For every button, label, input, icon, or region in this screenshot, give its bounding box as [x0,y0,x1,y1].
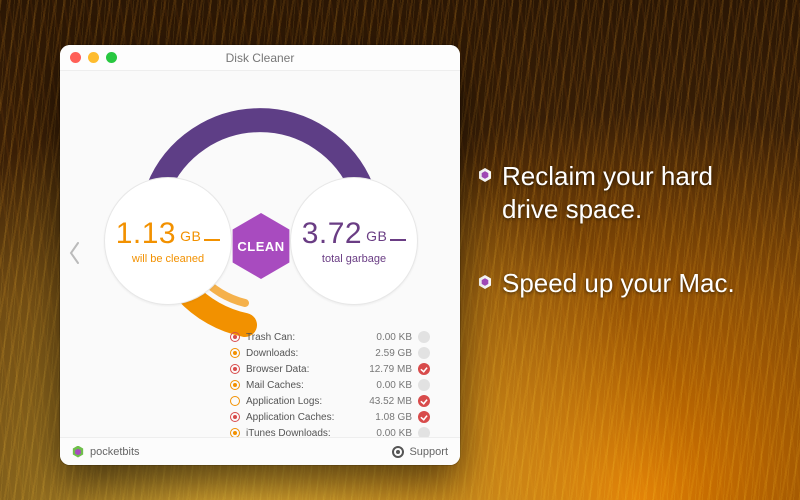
titlebar: Disk Cleaner [60,45,460,71]
item-label: Browser Data: [246,364,356,375]
item-label: Trash Can: [246,332,356,343]
garbage-unit: GB [366,228,387,244]
list-item[interactable]: Application Caches: 1.08 GB [230,409,430,425]
clean-button[interactable]: CLEAN [228,213,294,279]
promo-copy: Reclaim your hard drive space. Speed up … [478,160,735,342]
list-item[interactable]: Browser Data: 12.79 MB [230,361,430,377]
item-size: 43.52 MB [362,396,412,407]
clean-button-label: CLEAN [237,239,284,254]
cleaned-unit: GB [180,228,201,244]
item-check-toggle[interactable] [418,411,430,423]
item-check-toggle[interactable] [418,347,430,359]
list-item[interactable]: Mail Caches: 0.00 KB [230,377,430,393]
cleanup-item-list: Trash Can: 0.00 KB Downloads: 2.59 GB Browse… [230,329,430,441]
item-size: 2.59 GB [362,348,412,359]
value-circle-cleaned: 1.13GB will be cleaned [104,177,232,305]
cleaned-label: will be cleaned [132,253,204,265]
support-icon [392,446,404,458]
item-radio-icon[interactable] [230,380,240,390]
back-chevron-icon[interactable] [68,241,82,265]
item-size: 12.79 MB [362,364,412,375]
promo-line-2: Speed up your Mac. [502,267,735,300]
list-item[interactable]: Application Logs: 43.52 MB [230,393,430,409]
item-check-toggle[interactable] [418,379,430,391]
item-label: Application Logs: [246,396,356,407]
item-size: 0.00 KB [362,332,412,343]
promo-line-1b: drive space. [502,193,713,226]
list-item[interactable]: Downloads: 2.59 GB [230,345,430,361]
window-zoom-button[interactable] [106,52,117,63]
brand-name: pocketbits [90,446,140,458]
cleaned-value: 1.13 [116,217,176,250]
item-label: Application Caches: [246,412,356,423]
item-check-toggle[interactable] [418,331,430,343]
window-title: Disk Cleaner [226,51,295,65]
support-link[interactable]: Support [392,446,448,458]
hex-bullet-icon [478,168,492,182]
item-radio-icon[interactable] [230,412,240,422]
item-radio-icon[interactable] [230,364,240,374]
app-window: Disk Cleaner 1.13GB will be clean [60,45,460,465]
item-check-toggle[interactable] [418,395,430,407]
brand-badge[interactable]: pocketbits [72,446,140,458]
item-size: 1.08 GB [362,412,412,423]
garbage-value: 3.72 [302,217,362,250]
item-label: Mail Caches: [246,380,356,391]
support-label: Support [409,446,448,458]
window-minimize-button[interactable] [88,52,99,63]
promo-line-1a: Reclaim your hard [502,160,713,193]
item-label: Downloads: [246,348,356,359]
item-radio-icon[interactable] [230,348,240,358]
value-circle-garbage: 3.72GB total garbage [290,177,418,305]
item-radio-icon[interactable] [230,332,240,342]
item-size: 0.00 KB [362,380,412,391]
garbage-label: total garbage [322,253,386,265]
list-item[interactable]: Trash Can: 0.00 KB [230,329,430,345]
item-check-toggle[interactable] [418,363,430,375]
window-close-button[interactable] [70,52,81,63]
brand-logo-icon [72,446,84,458]
hex-bullet-icon [478,275,492,289]
item-radio-icon[interactable] [230,396,240,406]
